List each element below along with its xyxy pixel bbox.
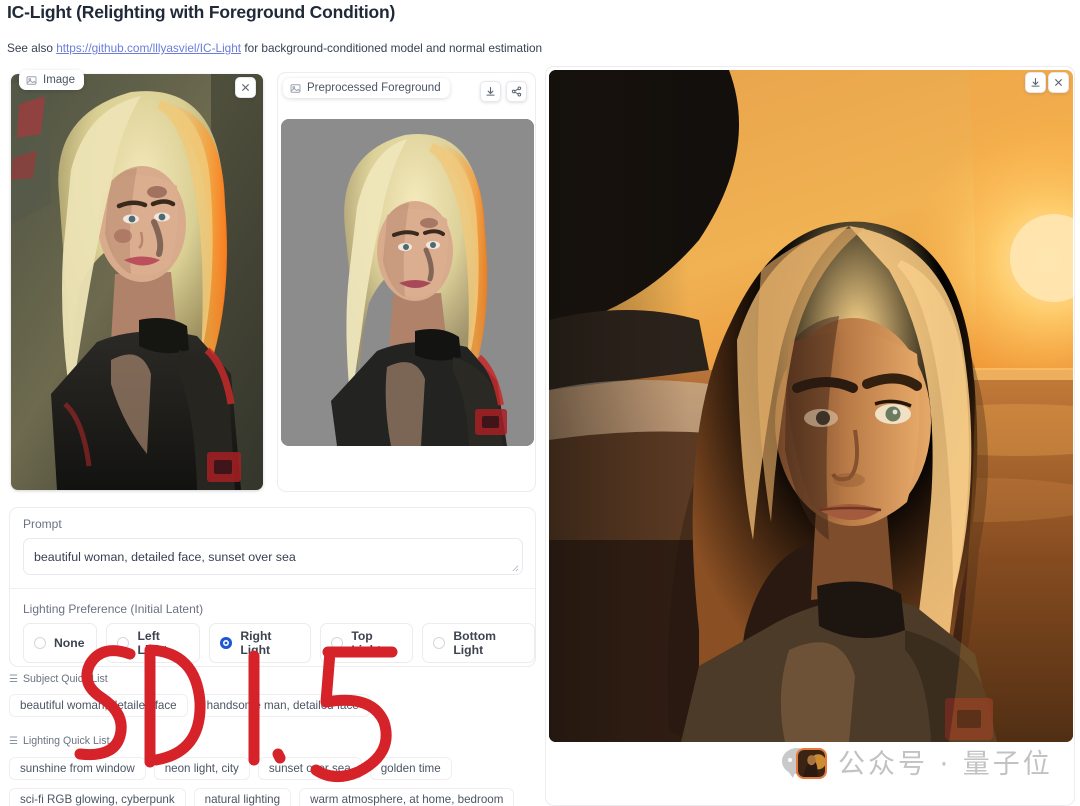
radio-label: None bbox=[54, 636, 85, 650]
image-icon bbox=[290, 83, 301, 93]
lighting-tag[interactable]: golden time bbox=[369, 757, 452, 780]
prompt-input[interactable]: beautiful woman, detailed face, sunset o… bbox=[23, 538, 523, 575]
lighting-tag[interactable]: warm atmosphere, at home, bedroom bbox=[299, 788, 515, 806]
settings-panel: Prompt beautiful woman, detailed face, s… bbox=[9, 507, 536, 667]
radio-top-light[interactable]: Top Light bbox=[320, 623, 414, 663]
lighting-tag[interactable]: neon light, city bbox=[153, 757, 250, 780]
radio-dot bbox=[331, 637, 344, 649]
list-icon: ☰ bbox=[9, 673, 18, 685]
lighting-tag[interactable]: sci-fi RGB glowing, cyberpunk bbox=[9, 788, 186, 806]
radio-label: Top Light bbox=[351, 629, 382, 657]
avatar bbox=[796, 748, 827, 779]
radio-none[interactable]: None bbox=[23, 623, 98, 663]
radio-left-light[interactable]: Left Light bbox=[106, 623, 201, 663]
radio-dot-selected bbox=[220, 637, 233, 649]
input-image[interactable] bbox=[11, 74, 263, 490]
output-image-panel[interactable] bbox=[545, 66, 1075, 806]
foreground-share-button[interactable] bbox=[506, 81, 527, 102]
prompt-value: beautiful woman, detailed face, sunset o… bbox=[34, 549, 296, 564]
download-icon bbox=[486, 87, 495, 96]
radio-label: Bottom Light bbox=[453, 629, 496, 657]
close-icon bbox=[1054, 78, 1063, 87]
share-icon bbox=[511, 86, 522, 97]
radio-dot bbox=[433, 637, 446, 649]
radio-label: Left Light bbox=[137, 629, 168, 657]
input-chip-label: Image bbox=[43, 74, 75, 86]
input-image-panel[interactable]: Image bbox=[7, 66, 267, 494]
output-download-button[interactable] bbox=[1025, 72, 1046, 93]
ic-light-app: IC-Light (Relighting with Foreground Con… bbox=[0, 0, 1080, 806]
radio-dot bbox=[117, 637, 130, 649]
lighting-quick-list-title: Lighting Quick List bbox=[22, 735, 110, 747]
input-artwork bbox=[11, 74, 263, 490]
subtitle-suffix: for background-conditioned model and nor… bbox=[241, 41, 543, 55]
output-artwork bbox=[549, 70, 1073, 742]
list-icon: ☰ bbox=[9, 735, 18, 747]
page-subtitle: See also https://github.com/lllyasviel/I… bbox=[7, 41, 542, 55]
radio-dot bbox=[34, 637, 46, 649]
radio-label: Right Light bbox=[240, 629, 272, 657]
resize-grip-icon[interactable] bbox=[510, 563, 519, 572]
lighting-quick-list-tags-row1: sunshine from window neon light, city su… bbox=[9, 757, 452, 780]
download-icon bbox=[1031, 78, 1040, 87]
subject-quick-list-title: Subject Quick List bbox=[22, 673, 108, 685]
avatar-artwork bbox=[798, 750, 825, 777]
github-link[interactable]: https://github.com/lllyasviel/IC-Light bbox=[56, 41, 241, 55]
settings-divider bbox=[10, 588, 535, 589]
foreground-chip: Preprocessed Foreground bbox=[283, 78, 450, 98]
image-icon bbox=[26, 75, 37, 85]
output-image[interactable] bbox=[549, 70, 1073, 742]
subject-quick-list-header[interactable]: ☰ Subject Quick List bbox=[9, 673, 108, 685]
foreground-image[interactable] bbox=[281, 119, 534, 446]
radio-bottom-light[interactable]: Bottom Light bbox=[422, 623, 535, 663]
subtitle-prefix: See also bbox=[7, 41, 57, 55]
lighting-quick-list-tags-row2: sci-fi RGB glowing, cyberpunk natural li… bbox=[9, 788, 515, 806]
page-title: IC-Light (Relighting with Foreground Con… bbox=[7, 2, 396, 22]
lighting-preference-label: Lighting Preference (Initial Latent) bbox=[23, 602, 204, 616]
lighting-quick-list-header[interactable]: ☰ Lighting Quick List bbox=[9, 735, 110, 747]
foreground-artwork bbox=[281, 119, 534, 446]
input-close-button[interactable] bbox=[235, 77, 256, 98]
preprocessed-foreground-panel[interactable]: Preprocessed Foreground bbox=[277, 72, 536, 492]
subject-tag[interactable]: handsome man, detailed face bbox=[195, 694, 370, 717]
lighting-tag[interactable]: natural lighting bbox=[193, 788, 292, 806]
watermark-text: 公众号 · 量子位 bbox=[838, 749, 1053, 780]
lighting-tag[interactable]: sunshine from window bbox=[9, 757, 146, 780]
watermark: 公众号 · 量子位 bbox=[782, 742, 1053, 781]
radio-right-light[interactable]: Right Light bbox=[209, 623, 312, 663]
prompt-label: Prompt bbox=[23, 517, 62, 531]
input-image-chip: Image bbox=[19, 70, 84, 90]
output-close-button[interactable] bbox=[1048, 72, 1069, 93]
close-icon bbox=[241, 83, 250, 92]
foreground-chip-label: Preprocessed Foreground bbox=[307, 82, 441, 94]
subject-tag[interactable]: beautiful woman, detailed face bbox=[9, 694, 188, 717]
subject-quick-list-tags: beautiful woman, detailed face handsome … bbox=[9, 694, 370, 717]
lighting-tag[interactable]: sunset over sea bbox=[257, 757, 362, 780]
lighting-radio-group: None Left Light Right Light Top Light Bo… bbox=[23, 623, 535, 663]
foreground-download-button[interactable] bbox=[480, 81, 501, 102]
